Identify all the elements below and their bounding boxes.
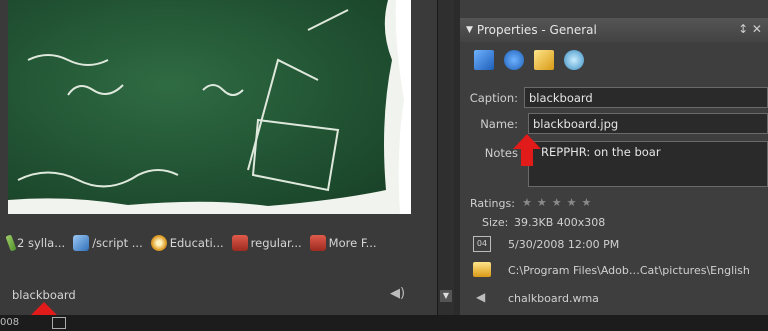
filename-label: blackboard	[12, 288, 76, 302]
scroll-down-arrow[interactable]: ▼	[440, 290, 452, 302]
panel-title: Properties - General	[476, 23, 597, 37]
audio-filename: chalkboard.wma	[508, 292, 599, 305]
calendar-icon: 04	[473, 236, 491, 252]
tag-label: 2 sylla...	[17, 236, 66, 250]
size-label: Size:	[482, 216, 509, 229]
tag-item[interactable]: Educati...	[150, 235, 224, 251]
red-arrow-icon	[513, 134, 541, 166]
tag-label: Educati...	[169, 236, 224, 250]
path-value: C:\Program Files\Adob…Cat\pictures\Engli…	[508, 264, 750, 277]
status-bar: 008	[0, 315, 768, 331]
properties-tab-icons	[474, 50, 584, 70]
status-count: 008	[0, 317, 20, 328]
rating-stars[interactable]: ★★★★★	[522, 196, 596, 209]
vertical-scrollbar[interactable]	[437, 0, 454, 315]
collapse-triangle-icon[interactable]: ▼	[466, 25, 473, 35]
pencil-icon	[5, 234, 17, 252]
size-value: 39.3KB 400x308	[514, 216, 606, 229]
tag-item[interactable]: regular...	[231, 235, 302, 251]
name-input[interactable]	[528, 113, 768, 134]
blackboard-image[interactable]	[8, 0, 411, 214]
notes-label: Notes	[484, 146, 518, 160]
chalk-drawing	[8, 0, 411, 214]
tag-item[interactable]: /script ...	[73, 235, 143, 251]
speaker-icon[interactable]: ◀	[476, 290, 485, 304]
caption-input[interactable]	[524, 87, 768, 108]
date-value: 5/30/2008 12:00 PM	[508, 238, 620, 251]
history-icon[interactable]	[564, 50, 584, 70]
tag-row: 2 sylla... /script ... Educati... regula…	[5, 232, 438, 254]
reel-icon	[150, 235, 167, 251]
general-icon[interactable]	[474, 50, 494, 70]
tag-label: regular...	[250, 236, 302, 250]
info-icon[interactable]	[504, 50, 524, 70]
notes-textarea[interactable]: REPPHR: on the boar	[528, 141, 768, 187]
ratings-label: Ratings:	[470, 197, 515, 210]
layout-icon[interactable]	[52, 317, 66, 329]
cube-icon	[73, 235, 90, 251]
tag-item[interactable]: More F...	[309, 235, 377, 251]
tags-icon[interactable]	[534, 50, 554, 70]
media-browser: 2 sylla... /script ... Educati... regula…	[0, 0, 437, 315]
panel-header[interactable]: ▼ Properties - General ↕ ✕	[460, 18, 768, 42]
panel-controls[interactable]: ↕ ✕	[738, 22, 762, 36]
name-label: Name:	[480, 117, 518, 131]
caption-label: Caption:	[469, 91, 518, 105]
speaker-icon[interactable]: ◀)	[390, 286, 405, 301]
folder-icon	[473, 262, 491, 277]
building-icon	[309, 235, 326, 251]
tag-label: /script ...	[92, 236, 143, 250]
tag-item[interactable]: 2 sylla...	[5, 234, 66, 252]
tag-label: More F...	[328, 236, 377, 250]
building-icon	[231, 235, 248, 251]
